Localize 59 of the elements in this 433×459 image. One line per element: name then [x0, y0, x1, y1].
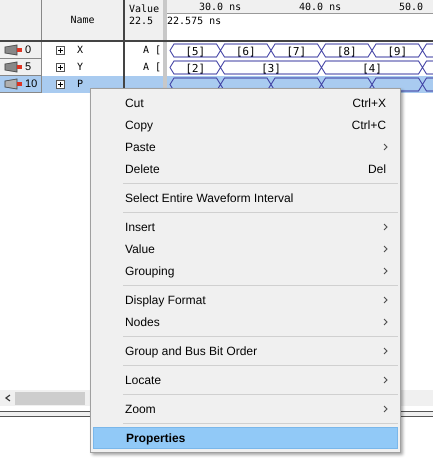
chevron-right-icon	[383, 318, 388, 326]
value-cell-text: A [	[142, 44, 162, 58]
bus-segment: [5]	[169, 44, 222, 58]
bus-segment: [7]	[270, 44, 322, 58]
time-ruler-label: 30.0 ns	[199, 1, 242, 15]
bus-segment: [9]	[371, 44, 424, 58]
bus-segment	[422, 60, 433, 74]
expand-icon[interactable]	[56, 80, 65, 89]
row-header[interactable]: 10	[0, 76, 42, 93]
bus-segment	[422, 44, 433, 58]
menu-item[interactable]: Display Format	[93, 289, 398, 311]
chevron-right-icon	[383, 245, 388, 253]
chevron-right-icon	[383, 347, 388, 355]
menu-item[interactable]: Properties	[93, 427, 398, 449]
pin-icon	[4, 78, 24, 90]
scroll-left-icon[interactable]	[4, 394, 12, 402]
bus-segment: [6]	[220, 44, 272, 58]
bus-segment: [2]	[169, 60, 222, 75]
signal-index: 5	[25, 60, 32, 75]
menu-item[interactable]: Value	[93, 238, 398, 260]
chevron-right-icon	[383, 405, 388, 413]
expand-icon[interactable]	[56, 46, 65, 55]
cursor-value-time: 22.5	[129, 16, 154, 28]
scrollbar-thumb[interactable]	[15, 392, 85, 404]
row-header[interactable]: 0	[0, 42, 42, 59]
chevron-right-icon	[383, 143, 388, 151]
menu-item[interactable]: Insert	[93, 216, 398, 238]
bus-segment: [8]	[320, 44, 373, 58]
menu-item[interactable]: Nodes	[93, 311, 398, 333]
cursor-time: 22.575 ns	[167, 16, 222, 27]
signal-name: X	[77, 44, 84, 58]
chevron-right-icon	[383, 267, 388, 275]
chevron-right-icon	[383, 296, 388, 304]
chevron-right-icon	[383, 376, 388, 384]
pin-icon	[4, 44, 24, 56]
value-cell-text: A [	[142, 61, 162, 75]
menu-item[interactable]: Group and Bus Bit Order	[93, 340, 398, 362]
menu-item[interactable]: Locate	[93, 369, 398, 391]
menu-item[interactable]: Grouping	[93, 260, 398, 282]
menu-item[interactable]: Select Entire Waveform Interval	[93, 187, 398, 209]
menu-item[interactable]: Paste	[93, 136, 398, 158]
time-ruler-label: 50.0	[399, 1, 424, 15]
bus-segment: [3]	[220, 60, 322, 75]
menu-item[interactable]: Cut Ctrl+X	[93, 92, 398, 114]
name-column-header: Name	[70, 14, 95, 28]
menu-item[interactable]: Delete Del	[93, 158, 398, 180]
row-header[interactable]: 5	[0, 59, 42, 76]
signal-name: P	[77, 78, 84, 92]
signal-index: 10	[25, 76, 38, 92]
signal-name: Y	[77, 61, 84, 75]
value-column-header: Value	[129, 4, 160, 16]
time-ruler-label: 40.0 ns	[299, 1, 342, 15]
expand-icon[interactable]	[56, 63, 65, 72]
pin-icon	[4, 61, 24, 73]
menu-item[interactable]: Zoom	[93, 398, 398, 420]
bus-segment: [4]	[320, 60, 424, 75]
menu-item[interactable]: Copy Ctrl+C	[93, 114, 398, 136]
signal-index: 0	[25, 42, 32, 58]
chevron-right-icon	[383, 223, 388, 231]
